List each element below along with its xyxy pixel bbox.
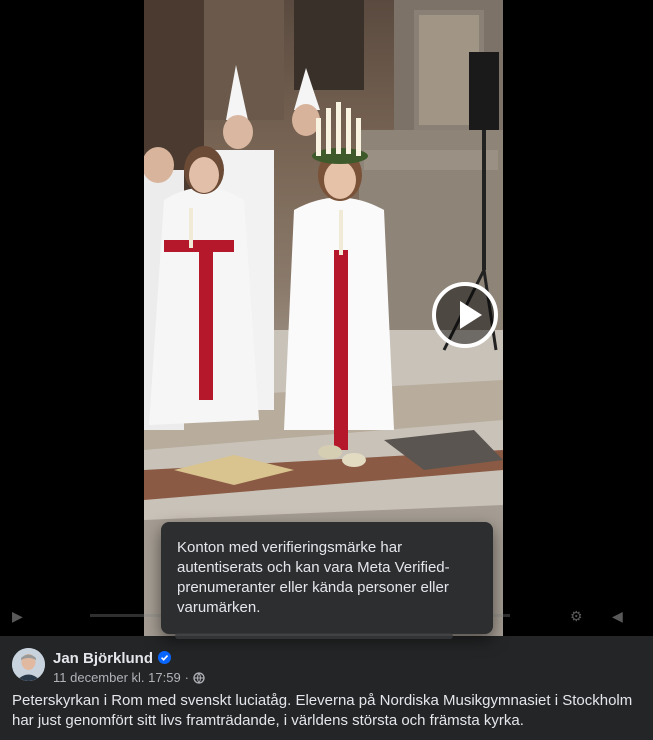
meta-separator: · — [184, 670, 190, 685]
avatar[interactable] — [12, 648, 45, 681]
settings-icon[interactable]: ⚙ — [570, 608, 583, 625]
avatar-image — [12, 648, 45, 681]
tooltip-shadow — [175, 633, 453, 639]
play-button[interactable] — [432, 282, 498, 348]
facebook-post: ▶ ⚙ ◀ Konton med verifieringsmärke har a… — [0, 0, 653, 740]
post-meta: 11 december kl. 17:59 · — [53, 670, 205, 685]
verified-badge-icon[interactable] — [158, 651, 171, 664]
globe-icon[interactable] — [193, 671, 205, 684]
post-date[interactable]: 11 december kl. 17:59 — [53, 670, 181, 685]
post-header: Jan Björklund 11 december kl. 17:59 · — [12, 648, 642, 688]
play-small-icon[interactable]: ▶ — [12, 608, 23, 625]
volume-icon[interactable]: ◀ — [612, 608, 623, 625]
verified-tooltip: Konton med verifieringsmärke har autenti… — [161, 522, 493, 634]
tooltip-text: Konton med verifieringsmärke har autenti… — [177, 539, 450, 616]
post-caption: Peterskyrkan i Rom med svenskt luciatåg.… — [12, 692, 633, 729]
play-icon — [460, 301, 482, 329]
author-name[interactable]: Jan Björklund — [53, 650, 153, 667]
